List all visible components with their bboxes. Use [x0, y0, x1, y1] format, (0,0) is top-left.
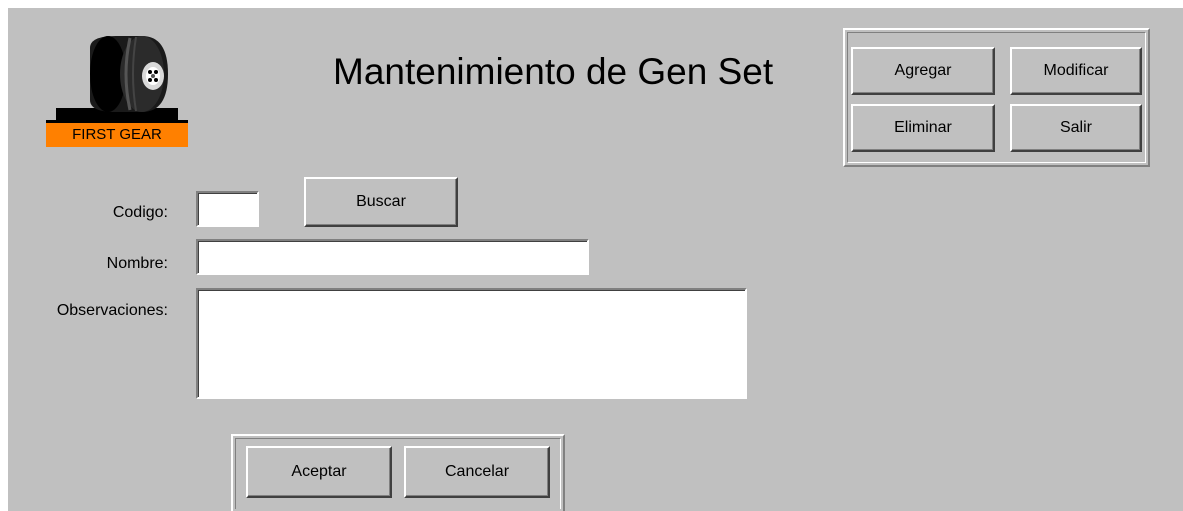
- nombre-label: Nombre:: [106, 255, 168, 272]
- nombre-field[interactable]: [196, 239, 589, 275]
- cancel-button[interactable]: Cancelar: [404, 446, 550, 498]
- exit-button[interactable]: Salir: [1010, 104, 1142, 152]
- first-gear-logo: FIRST GEAR: [46, 28, 188, 150]
- page-title: Mantenimiento de Gen Set: [333, 51, 774, 92]
- delete-button[interactable]: Eliminar: [851, 104, 995, 152]
- search-button[interactable]: Buscar: [304, 177, 458, 227]
- accept-button[interactable]: Aceptar: [246, 446, 392, 498]
- observaciones-field[interactable]: [196, 288, 747, 399]
- gen-set-form: FIRST GEAR Mantenimiento de Gen Set Agre…: [8, 8, 1183, 511]
- add-button[interactable]: Agregar: [851, 47, 995, 95]
- codigo-label: Codigo:: [112, 204, 168, 221]
- logo-text: FIRST GEAR: [72, 126, 162, 143]
- modify-button[interactable]: Modificar: [1010, 47, 1142, 95]
- observaciones-label: Observaciones:: [56, 302, 168, 319]
- codigo-field[interactable]: [196, 191, 259, 227]
